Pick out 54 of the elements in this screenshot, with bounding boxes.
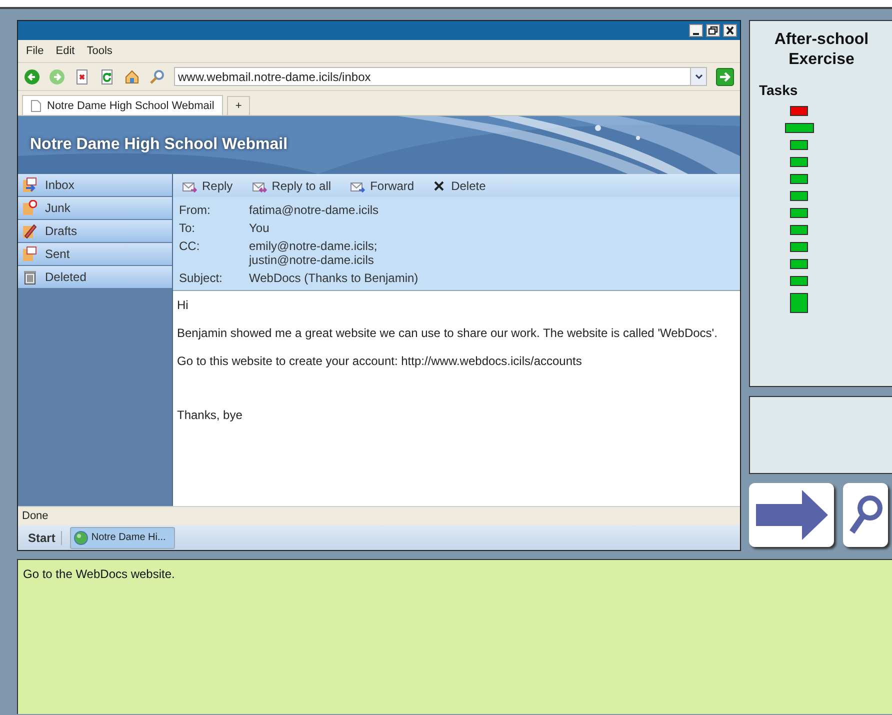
- go-button[interactable]: [716, 68, 734, 86]
- stop-icon[interactable]: [74, 68, 90, 84]
- back-icon[interactable]: [24, 68, 40, 84]
- refresh-icon[interactable]: [99, 68, 115, 84]
- message-text: Hi: [177, 298, 190, 312]
- header-value: emily@notre-dame.icils;: [249, 239, 378, 253]
- toolbar-button[interactable]: Forward: [349, 178, 414, 194]
- globe-icon: [74, 530, 88, 544]
- toolbar-button[interactable]: Reply: [181, 178, 233, 194]
- taskbar-item[interactable]: Notre Dame Hi...: [70, 526, 175, 548]
- folder-item[interactable]: Drafts: [18, 220, 172, 242]
- page-icon: [31, 100, 41, 112]
- status-text: Done: [22, 510, 48, 522]
- webmail-title: Notre Dame High School Webmail: [30, 136, 288, 154]
- tasks-heading: Tasks: [759, 82, 799, 98]
- menu-item[interactable]: Edit: [52, 45, 83, 57]
- folder-item[interactable]: Deleted: [18, 266, 172, 288]
- message-text: Thanks, bye: [177, 408, 244, 422]
- browser-tab[interactable]: Notre Dame High School Webmail: [22, 95, 224, 115]
- trash-icon: [22, 269, 37, 285]
- inbox-icon: [22, 177, 37, 193]
- home-icon[interactable]: [124, 68, 140, 84]
- folder-item[interactable]: Junk: [18, 197, 172, 219]
- header-label: From:: [179, 203, 212, 217]
- message-text: Go to this website to create your account: http://www.webdocs.icils/accounts: [177, 354, 583, 368]
- pencil-icon: [22, 223, 37, 239]
- junk-icon: [22, 200, 37, 216]
- header-value: justin@notre-dame.icils: [249, 253, 375, 267]
- exercise-title: After-school Exercise: [773, 30, 870, 70]
- toolbar-button[interactable]: Reply to all: [250, 178, 332, 194]
- search-icon: [848, 494, 884, 536]
- sent-icon: [22, 246, 37, 262]
- menu-item[interactable]: Tools: [82, 45, 120, 57]
- header-label: Subject:: [179, 271, 224, 285]
- menu-item[interactable]: File: [22, 45, 52, 57]
- instruction-text: Go to the WebDocs website.: [23, 567, 176, 581]
- dropdown-icon[interactable]: [694, 74, 702, 79]
- delete-icon: [432, 178, 446, 192]
- next-button[interactable]: [749, 483, 834, 547]
- start-button[interactable]: Start: [28, 530, 62, 544]
- message-text: Benjamin showed me a great website we can use to share our work. The website is called 'WebDocs'.: [177, 326, 718, 340]
- new-tab-button[interactable]: +: [227, 96, 250, 115]
- address-field[interactable]: www.webmail.notre-dame.icils/inbox: [174, 67, 707, 86]
- header-label: To:: [179, 221, 196, 235]
- search-button[interactable]: [843, 483, 888, 547]
- toolbar-button[interactable]: Delete: [432, 178, 486, 192]
- folder-item[interactable]: Sent: [18, 243, 172, 265]
- folder-item[interactable]: Inbox: [18, 174, 172, 196]
- header-value: WebDocs (Thanks to Benjamin): [249, 271, 420, 285]
- arrow-icon: [756, 490, 828, 540]
- search-icon[interactable]: [149, 68, 165, 84]
- header-value: You: [249, 221, 270, 235]
- header-value: fatima@notre-dame.icils: [249, 203, 380, 217]
- header-label: CC:: [179, 239, 201, 255]
